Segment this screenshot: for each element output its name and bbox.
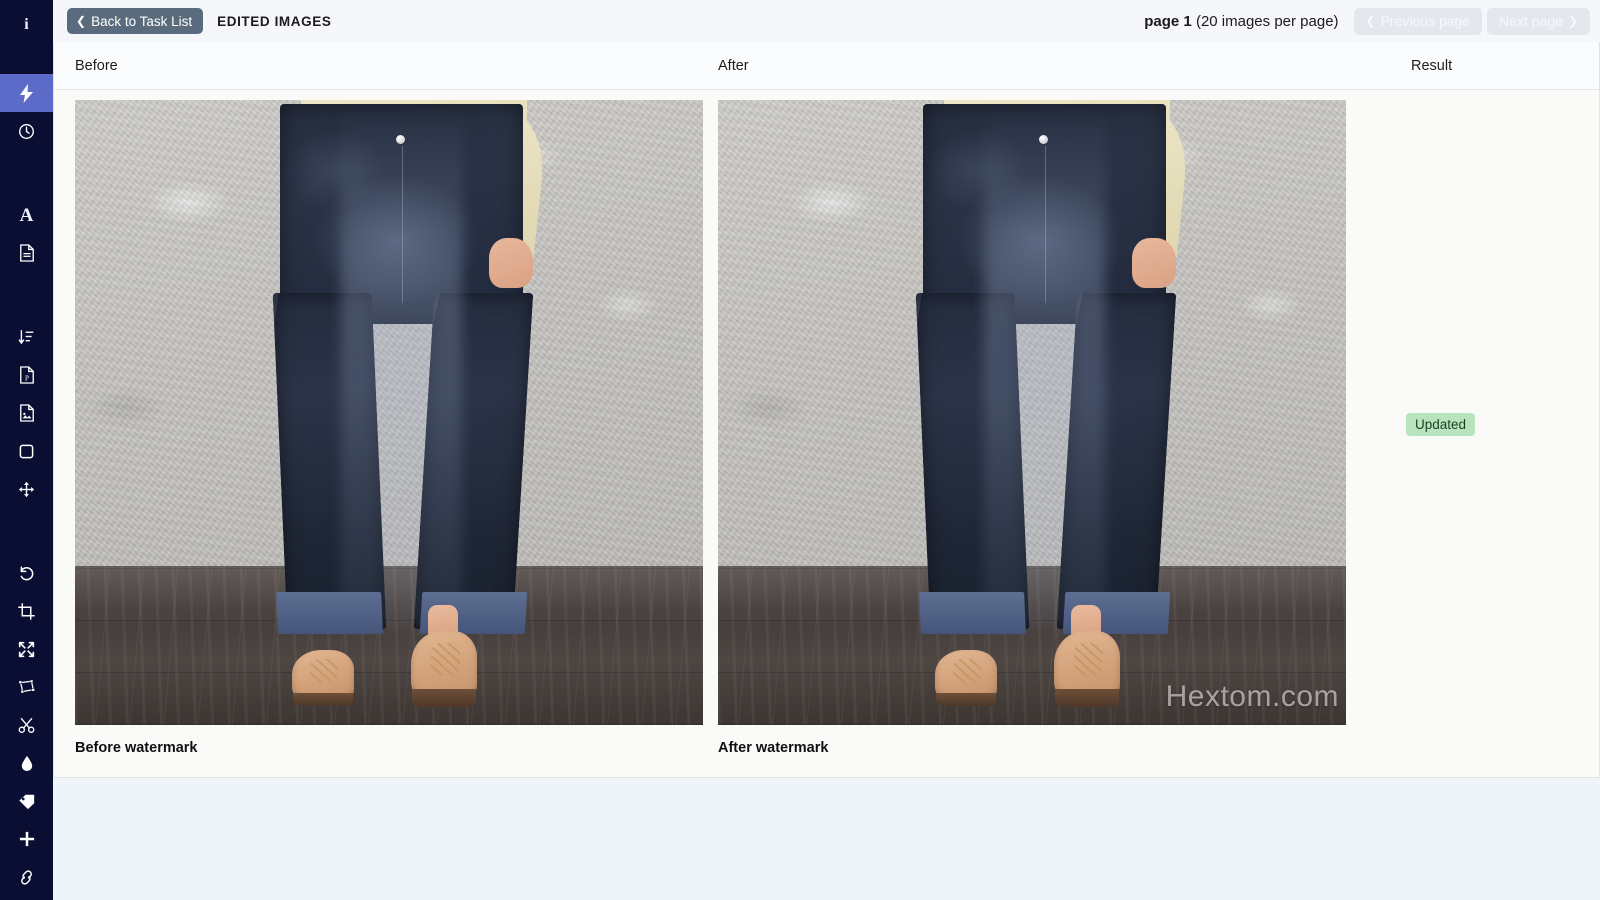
sidebar-item-tag[interactable] xyxy=(0,782,53,820)
after-product-image[interactable]: Hextom.com xyxy=(718,100,1346,725)
result-cell: Updated xyxy=(1374,100,1599,777)
transform-icon xyxy=(18,679,36,696)
sidebar-item-history[interactable] xyxy=(0,112,53,150)
left-shoe xyxy=(934,650,998,707)
next-page-button[interactable]: Next page ❯ xyxy=(1487,7,1590,35)
shoe-laces xyxy=(430,642,460,676)
sidebar-item-quick-action[interactable] xyxy=(0,74,53,112)
info-icon: i xyxy=(24,16,29,33)
shoe-laces xyxy=(1073,642,1103,676)
sidebar-item-shape[interactable] xyxy=(0,432,53,470)
clock-icon xyxy=(18,123,35,140)
pagination-controls: page 1 (20 images per page) ❮ Previous p… xyxy=(1144,7,1590,35)
undo-icon xyxy=(18,565,35,582)
sidebar-item-undo[interactable] xyxy=(0,554,53,592)
column-header-after: After xyxy=(718,57,749,74)
sidebar-item-document[interactable] xyxy=(0,234,53,272)
jeans-left-cuff xyxy=(919,592,1027,634)
jeans-left-cuff xyxy=(276,592,384,634)
sidebar-item-water[interactable] xyxy=(0,744,53,782)
sidebar-item-text[interactable]: A xyxy=(0,196,53,234)
jeans xyxy=(263,103,539,634)
lightning-icon xyxy=(18,83,35,103)
left-shoe xyxy=(291,650,355,707)
sidebar-item-expand[interactable] xyxy=(0,630,53,668)
page-title: EDITED IMAGES xyxy=(217,13,332,29)
document-icon xyxy=(19,244,35,262)
shoe-laces xyxy=(953,658,982,683)
right-shoe xyxy=(410,605,477,708)
sidebar-item-cut[interactable] xyxy=(0,706,53,744)
status-badge: Updated xyxy=(1406,413,1476,436)
chevron-left-icon: ❮ xyxy=(1365,14,1376,28)
table-header-row: Before After Result xyxy=(54,42,1599,90)
text-icon: A xyxy=(19,204,34,226)
next-page-label: Next page xyxy=(1499,13,1563,29)
sidebar-item-add[interactable] xyxy=(0,820,53,858)
previous-page-label: Previous page xyxy=(1380,13,1471,29)
chevron-left-icon: ❮ xyxy=(76,14,87,28)
right-shoe xyxy=(1053,605,1120,708)
column-header-before: Before xyxy=(75,57,118,74)
tag-icon xyxy=(18,793,36,810)
plus-icon xyxy=(19,831,35,847)
shoe-sole xyxy=(935,692,997,707)
arrows-move-icon xyxy=(18,481,35,498)
sidebar-item-link[interactable] xyxy=(0,858,53,896)
after-caption: After watermark xyxy=(718,740,829,756)
shoe-sole xyxy=(1055,688,1119,708)
shoe-laces xyxy=(310,658,339,683)
sidebar-item-sort[interactable] xyxy=(0,318,53,356)
file-image-icon xyxy=(19,404,35,422)
shoe-sole xyxy=(412,688,476,708)
app-root: i A P ❮ Back to Task List EDITED IMAGES … xyxy=(0,0,1600,900)
sidebar-item-transform[interactable] xyxy=(0,668,53,706)
left-sidebar: i A P xyxy=(0,0,53,900)
back-button-label: Back to Task List xyxy=(91,13,193,29)
after-cell: Hextom.com After watermark xyxy=(714,100,1374,777)
jeans xyxy=(906,103,1182,634)
svg-text:P: P xyxy=(25,374,29,382)
hand xyxy=(489,237,534,288)
file-pdf-icon: P xyxy=(19,366,35,384)
before-product-image[interactable] xyxy=(75,100,703,725)
link-icon xyxy=(18,869,35,886)
sort-descending-icon xyxy=(18,329,35,346)
page-indicator: page 1 (20 images per page) xyxy=(1144,13,1338,30)
sidebar-item-image-file[interactable] xyxy=(0,394,53,432)
jeans-seam xyxy=(1044,145,1047,304)
images-per-page: (20 images per page) xyxy=(1191,12,1339,30)
page-number: page 1 xyxy=(1144,12,1192,30)
sidebar-item-pdf-file[interactable]: P xyxy=(0,356,53,394)
before-caption: Before watermark xyxy=(75,740,198,756)
jeans-seam xyxy=(401,145,404,304)
scissors-icon xyxy=(18,717,35,734)
main-area: ❮ Back to Task List EDITED IMAGES page 1… xyxy=(53,0,1600,900)
sidebar-item-info[interactable]: i xyxy=(0,6,53,44)
top-toolbar: ❮ Back to Task List EDITED IMAGES page 1… xyxy=(53,0,1600,42)
droplet-icon xyxy=(20,755,34,772)
before-cell: Before watermark xyxy=(54,100,714,777)
hand xyxy=(1132,237,1177,288)
table-row: Before watermark Hextom.com After waterm… xyxy=(54,90,1599,777)
chevron-right-icon: ❯ xyxy=(1567,14,1578,28)
back-to-task-list-button[interactable]: ❮ Back to Task List xyxy=(67,8,204,34)
after-image-wrapper: Hextom.com After watermark xyxy=(718,100,1346,756)
crop-icon xyxy=(18,602,35,620)
shoe-sole xyxy=(292,692,354,707)
square-icon xyxy=(19,444,34,459)
sidebar-item-move[interactable] xyxy=(0,470,53,508)
sidebar-item-crop[interactable] xyxy=(0,592,53,630)
column-header-result: Result xyxy=(1411,57,1453,74)
before-image-wrapper: Before watermark xyxy=(75,100,703,756)
edited-images-table: Before After Result Before watermark Hex… xyxy=(53,42,1600,778)
expand-arrows-icon xyxy=(18,641,35,658)
previous-page-button[interactable]: ❮ Previous page xyxy=(1353,7,1483,35)
